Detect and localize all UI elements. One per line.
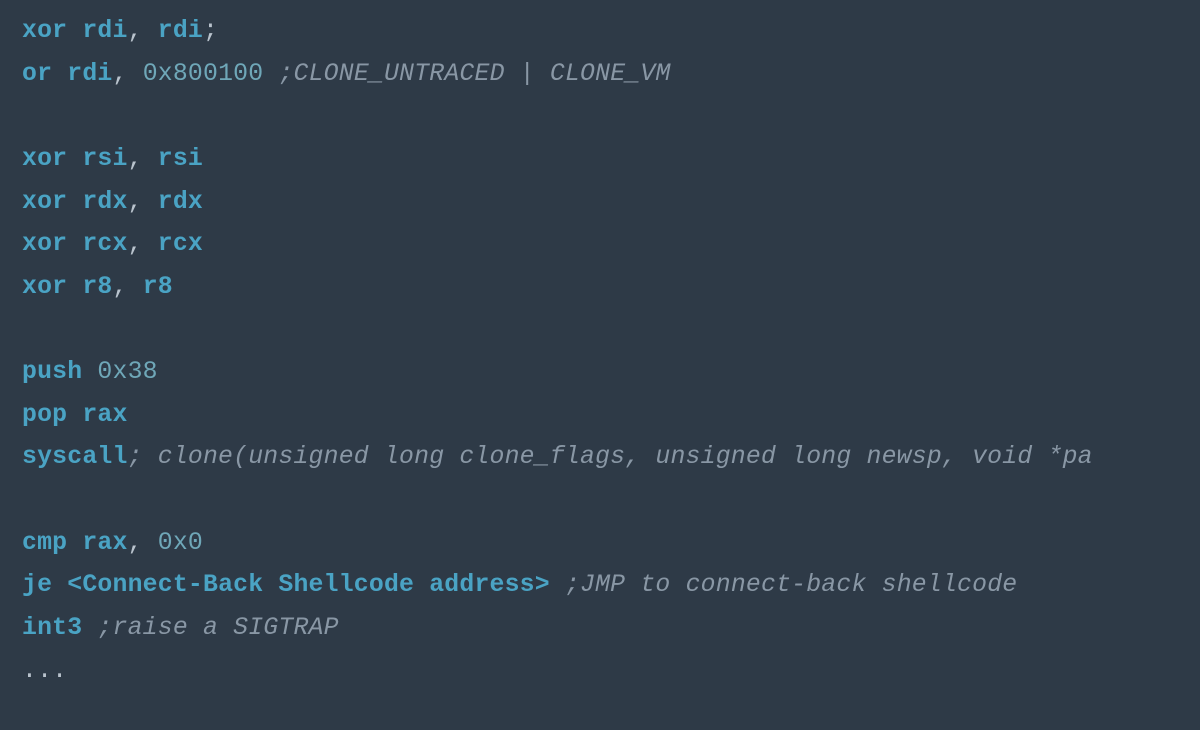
- code-token: [263, 60, 278, 88]
- code-line: [22, 479, 1178, 522]
- code-line: cmp rax, 0x0: [22, 522, 1178, 565]
- code-token: r8: [82, 273, 112, 301]
- code-token: rax: [82, 529, 127, 557]
- code-token: rax: [82, 401, 127, 429]
- code-token: <Connect-Back Shellcode address>: [67, 571, 550, 599]
- code-token: xor: [22, 230, 67, 258]
- code-token: [67, 17, 82, 45]
- code-token: [67, 230, 82, 258]
- code-token: rdx: [158, 188, 203, 216]
- code-token: xor: [22, 273, 67, 301]
- code-token: syscall: [22, 443, 128, 471]
- code-line: xor rsi, rsi: [22, 138, 1178, 181]
- code-token: xor: [22, 188, 67, 216]
- code-line: push 0x38: [22, 351, 1178, 394]
- code-token: [52, 60, 67, 88]
- code-token: ,: [113, 273, 143, 301]
- code-line: [22, 308, 1178, 351]
- code-line: xor rcx, rcx: [22, 223, 1178, 266]
- code-token: ,: [128, 230, 158, 258]
- code-token: rdi: [67, 60, 112, 88]
- code-token: pop: [22, 401, 67, 429]
- code-token: ,: [113, 60, 143, 88]
- code-token: [52, 571, 67, 599]
- code-token: [67, 188, 82, 216]
- code-token: rdx: [82, 188, 127, 216]
- code-token: ...: [22, 657, 67, 685]
- code-token: rcx: [158, 230, 203, 258]
- code-token: ,: [128, 529, 158, 557]
- code-token: ;JMP to connect-back shellcode: [565, 571, 1017, 599]
- code-token: ; clone(unsigned long clone_flags, unsig…: [128, 443, 1093, 471]
- code-token: rcx: [82, 230, 127, 258]
- code-token: [550, 571, 565, 599]
- code-block: xor rdi, rdi;or rdi, 0x800100 ;CLONE_UNT…: [0, 0, 1200, 714]
- code-line: je <Connect-Back Shellcode address> ;JMP…: [22, 564, 1178, 607]
- code-token: cmp: [22, 529, 67, 557]
- code-line: ...: [22, 650, 1178, 693]
- code-line: xor rdx, rdx: [22, 181, 1178, 224]
- code-token: [67, 273, 82, 301]
- code-token: push: [22, 358, 82, 386]
- code-token: [67, 145, 82, 173]
- code-token: [67, 529, 82, 557]
- code-token: rdi: [158, 17, 203, 45]
- code-token: ;raise a SIGTRAP: [97, 614, 338, 642]
- code-line: [22, 95, 1178, 138]
- code-token: ;: [203, 17, 218, 45]
- code-token: rsi: [82, 145, 127, 173]
- code-line: syscall; clone(unsigned long clone_flags…: [22, 436, 1178, 479]
- code-line: or rdi, 0x800100 ;CLONE_UNTRACED | CLONE…: [22, 53, 1178, 96]
- code-token: or: [22, 60, 52, 88]
- code-token: je: [22, 571, 52, 599]
- code-line: pop rax: [22, 394, 1178, 437]
- code-token: [67, 401, 82, 429]
- code-token: 0x0: [158, 529, 203, 557]
- code-token: ,: [128, 188, 158, 216]
- code-line: int3 ;raise a SIGTRAP: [22, 607, 1178, 650]
- code-token: 0x38: [97, 358, 157, 386]
- code-token: rdi: [82, 17, 127, 45]
- code-line: xor rdi, rdi;: [22, 10, 1178, 53]
- code-token: [82, 358, 97, 386]
- code-token: r8: [143, 273, 173, 301]
- code-token: xor: [22, 145, 67, 173]
- code-token: int3: [22, 614, 82, 642]
- code-token: [82, 614, 97, 642]
- code-token: 0x800100: [143, 60, 264, 88]
- code-token: xor: [22, 17, 67, 45]
- code-token: rsi: [158, 145, 203, 173]
- code-token: ,: [128, 17, 158, 45]
- code-token: ;CLONE_UNTRACED | CLONE_VM: [278, 60, 670, 88]
- code-token: ,: [128, 145, 158, 173]
- code-line: xor r8, r8: [22, 266, 1178, 309]
